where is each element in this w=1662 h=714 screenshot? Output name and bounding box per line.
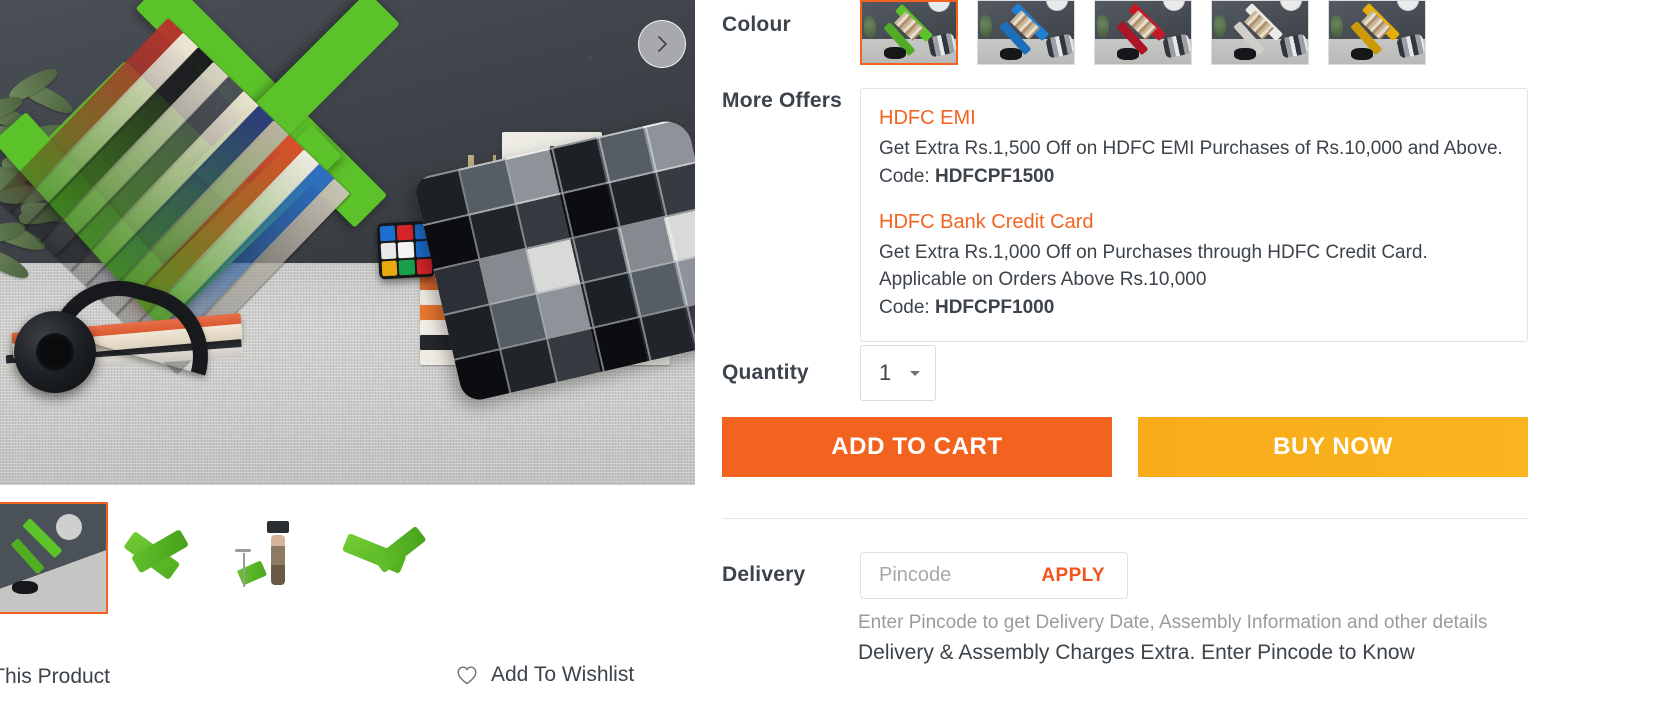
colour-swatch-red[interactable] (1094, 0, 1192, 65)
apply-pincode-button[interactable]: APPLY (1041, 565, 1105, 587)
thumbnail-strip (0, 502, 444, 614)
colour-swatches (860, 0, 1426, 65)
quantity-label: Quantity (722, 360, 809, 384)
delivery-section: Delivery APPLY (722, 552, 1662, 599)
quantity-value: 1 (879, 360, 892, 385)
offer-code-line: Code: HDFCPF1500 (879, 163, 1509, 192)
gallery-next-button[interactable] (638, 20, 686, 68)
offers-box: HDFC EMI Get Extra Rs.1,500 Off on HDFC … (860, 88, 1528, 342)
product-gallery: re This Product Add To Wishlist (0, 0, 695, 714)
offer-title[interactable]: HDFC EMI (879, 105, 1509, 132)
chevron-down-icon (910, 371, 920, 376)
colour-swatch-yellow[interactable] (1328, 0, 1426, 65)
offer-description: Get Extra Rs.1,500 Off on HDFC EMI Purch… (879, 138, 1503, 159)
offer-item: HDFC Bank Credit Card Get Extra Rs.1,000… (879, 209, 1509, 322)
offer-code-label: Code: (879, 297, 930, 319)
add-to-wishlist-button[interactable]: Add To Wishlist (455, 663, 634, 687)
delivery-note: Enter Pincode to get Delivery Date, Asse… (858, 612, 1488, 633)
offer-description: Get Extra Rs.1,000 Off on Purchases thro… (879, 242, 1428, 291)
colour-swatch-green[interactable] (860, 0, 958, 65)
share-product-label[interactable]: re This Product (0, 665, 110, 689)
hero-product-image[interactable] (0, 0, 695, 485)
heart-icon (457, 666, 477, 685)
product-page: re This Product Add To Wishlist Colour M… (0, 0, 1662, 714)
offer-code-value: HDFCPF1000 (934, 297, 1055, 319)
colour-swatch-white[interactable] (1211, 0, 1309, 65)
offer-title[interactable]: HDFC Bank Credit Card (879, 209, 1509, 236)
buy-now-button[interactable]: BUY NOW (1138, 417, 1528, 477)
thumbnail-2[interactable] (220, 502, 332, 614)
thumbnail-1[interactable] (108, 502, 220, 614)
wishlist-label: Add To Wishlist (491, 663, 635, 686)
chevron-right-icon (658, 36, 667, 52)
colour-label: Colour (722, 13, 791, 36)
colour-section: Colour (722, 0, 1662, 65)
section-divider (722, 518, 1527, 519)
offer-item: HDFC EMI Get Extra Rs.1,500 Off on HDFC … (879, 105, 1509, 191)
more-offers-label: More Offers (722, 89, 843, 112)
offer-code-line: Code: HDFCPF1000 (879, 294, 1509, 323)
add-to-cart-button[interactable]: ADD TO CART (722, 417, 1112, 477)
offers-section: More Offers HDFC EMI Get Extra Rs.1,500 … (722, 88, 1662, 342)
thumbnail-3[interactable] (332, 502, 444, 614)
offer-code-value: HDFCPF1500 (934, 165, 1055, 187)
delivery-charges-note: Delivery & Assembly Charges Extra. Enter… (858, 641, 1415, 664)
delivery-label: Delivery (722, 563, 806, 586)
pincode-field-wrapper: APPLY (860, 552, 1128, 599)
headphones (5, 264, 243, 397)
purchase-actions: ADD TO CART BUY NOW (722, 417, 1528, 477)
colour-swatch-blue[interactable] (977, 0, 1075, 65)
gallery-footer-actions: re This Product Add To Wishlist (0, 655, 695, 714)
pincode-input[interactable] (879, 564, 1019, 587)
quantity-section: Quantity 1 (722, 345, 1662, 401)
quantity-select[interactable]: 1 (860, 345, 936, 401)
offer-code-label: Code: (879, 165, 930, 187)
thumbnail-0[interactable] (0, 502, 108, 614)
